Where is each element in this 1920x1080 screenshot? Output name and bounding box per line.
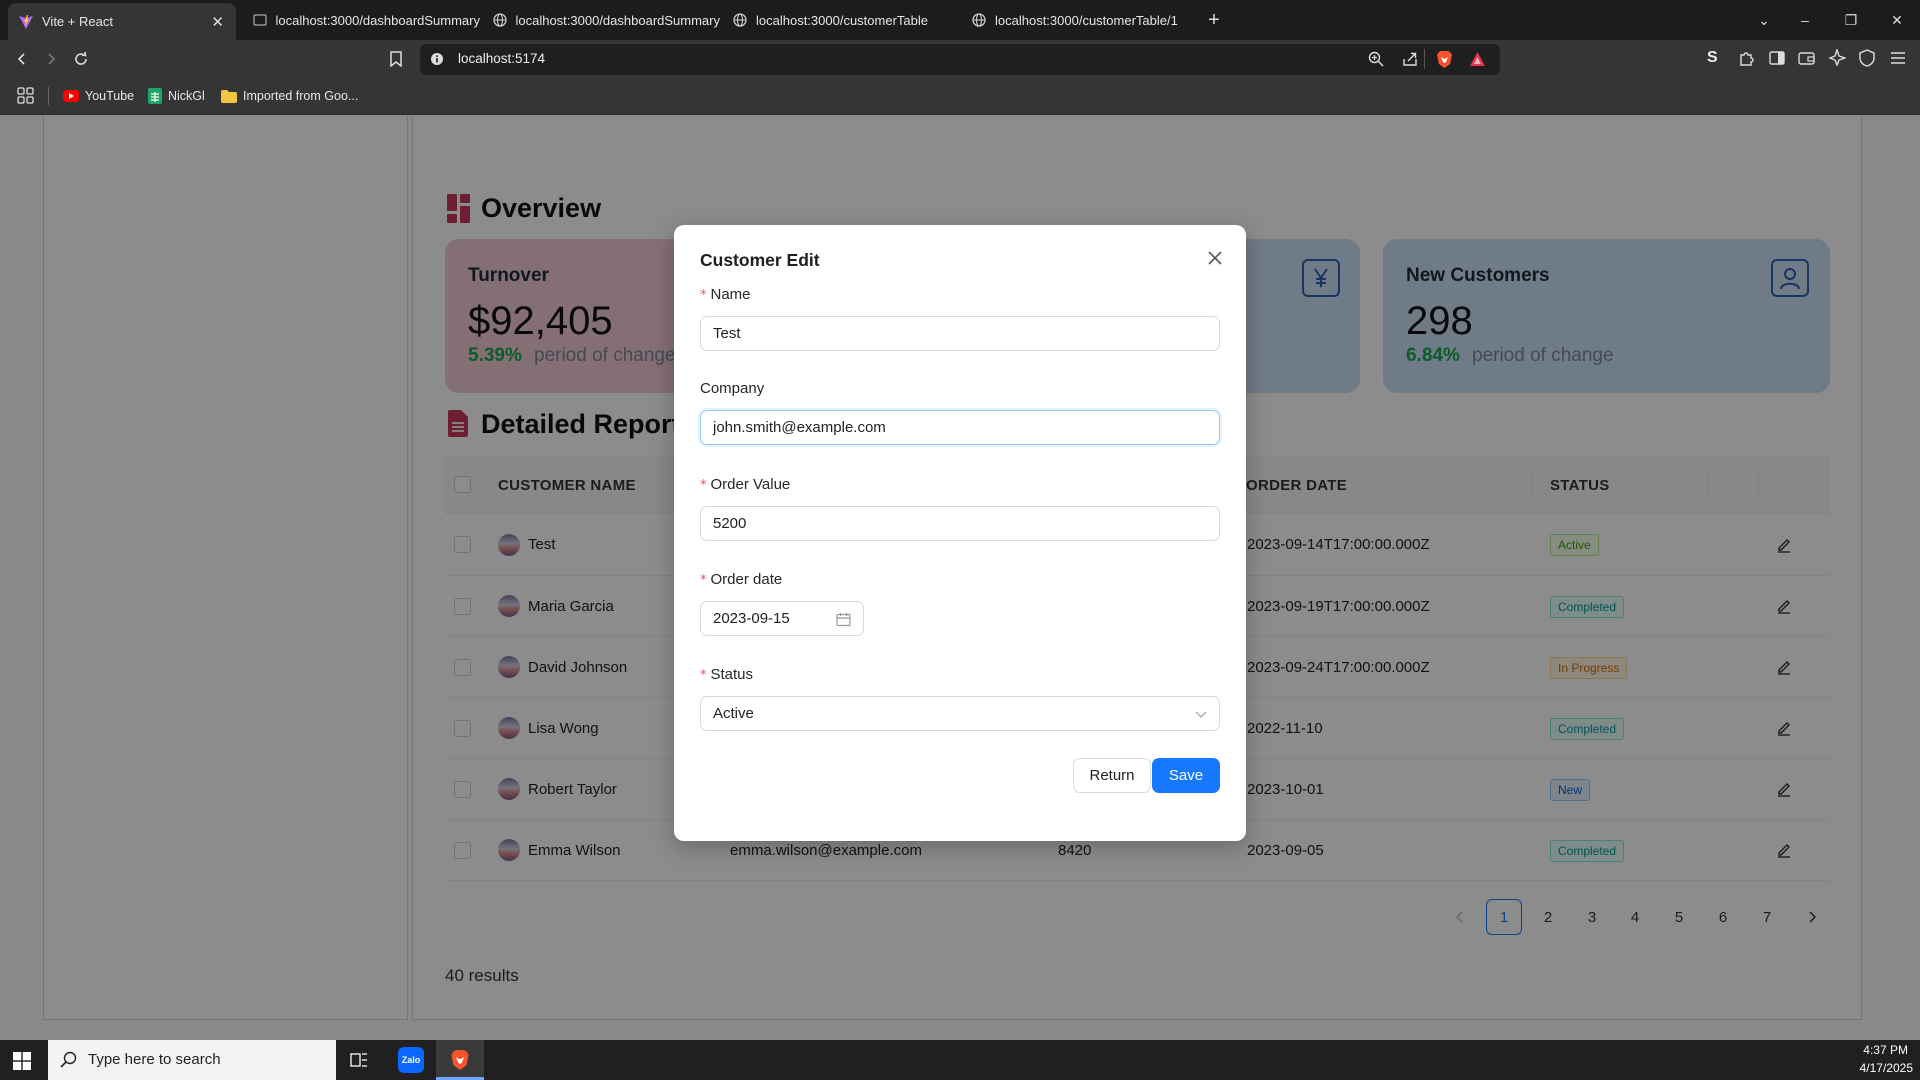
order-date-label: * Order date	[700, 571, 783, 588]
wallet-icon[interactable]	[1798, 50, 1815, 66]
back-icon[interactable]	[11, 48, 33, 70]
close-icon[interactable]: ✕	[211, 13, 224, 31]
taskbar-search[interactable]: Type here to search	[48, 1040, 336, 1080]
tab-label: localhost:3000/customerTable	[756, 12, 928, 28]
bookmark-nickgl[interactable]: NickGl	[148, 86, 205, 106]
separator	[48, 87, 49, 105]
required-mark: *	[700, 288, 707, 303]
windows-start-icon[interactable]	[13, 1052, 31, 1070]
globe-icon	[492, 12, 507, 28]
extensions-icon[interactable]	[1738, 50, 1755, 67]
clock-date[interactable]: 4/17/2025	[1860, 1061, 1913, 1075]
bookmark-label: YouTube	[85, 89, 135, 103]
globe-icon	[971, 12, 987, 28]
sidebar-toggle-icon[interactable]	[1769, 50, 1785, 66]
order-date-picker[interactable]: 2023-09-15	[700, 601, 864, 636]
tab-search-icon[interactable]: ⌄	[1741, 0, 1787, 40]
separator	[1424, 49, 1425, 69]
rewards-icon[interactable]	[1469, 51, 1486, 67]
share-icon[interactable]	[1402, 51, 1418, 67]
page-icon	[252, 12, 267, 28]
bookmark-icon[interactable]	[385, 48, 407, 70]
clock-time[interactable]: 4:37 PM	[1863, 1043, 1908, 1057]
maximize-button[interactable]: ❐	[1828, 0, 1874, 40]
new-tab-button[interactable]: +	[1203, 9, 1225, 31]
zalo-icon[interactable]: Zalo	[398, 1047, 424, 1073]
bookmark-label: Imported from Goo...	[243, 89, 359, 103]
chevron-down-icon	[1195, 709, 1207, 719]
company-label: Company	[700, 380, 765, 397]
modal-title: Customer Edit	[700, 250, 820, 270]
menu-icon[interactable]	[1890, 51, 1906, 65]
tab-customer-table[interactable]: localhost:3000/customerTable	[732, 4, 960, 36]
required-mark: *	[700, 573, 707, 588]
tab-vite-react[interactable]: Vite + React ✕	[8, 3, 236, 40]
tab-label: localhost:3000/dashboardSummary	[515, 12, 720, 28]
save-button[interactable]: Save	[1152, 758, 1220, 793]
bookmark-label: NickGl	[168, 89, 205, 103]
site-info-icon[interactable]	[430, 52, 444, 66]
company-field[interactable]: john.smith@example.com	[700, 410, 1220, 445]
sheets-icon	[148, 88, 162, 104]
tab-label: localhost:3000/customerTable/1	[995, 12, 1178, 28]
name-value: Test	[713, 325, 741, 342]
tab-dashboard-summary-2[interactable]: localhost:3000/dashboardSummary	[492, 4, 720, 36]
tab-dashboard-summary-1[interactable]: localhost:3000/dashboardSummary	[252, 4, 480, 36]
order-value-value: 5200	[713, 515, 747, 532]
order-value-field[interactable]: 5200	[700, 506, 1220, 541]
customer-edit-modal: Customer Edit * Name Test Company john.sm…	[674, 225, 1246, 841]
status-value: Active	[713, 705, 754, 722]
order-date-value: 2023-09-15	[713, 610, 790, 627]
zoom-icon[interactable]	[1368, 51, 1384, 67]
close-icon[interactable]	[1204, 247, 1226, 269]
status-select[interactable]: Active	[700, 696, 1220, 731]
task-view-icon[interactable]	[350, 1051, 368, 1069]
tab-customer-table-1[interactable]: localhost:3000/customerTable/1	[971, 4, 1199, 36]
bookmark-youtube[interactable]: YouTube	[63, 86, 134, 106]
calendar-icon[interactable]	[836, 612, 851, 627]
folder-icon	[221, 89, 237, 103]
apps-grid-icon[interactable]	[17, 87, 34, 104]
youtube-icon	[63, 90, 79, 102]
minimize-button[interactable]: –	[1782, 0, 1828, 40]
tab-label: Vite + React	[42, 14, 113, 29]
name-field[interactable]: Test	[700, 316, 1220, 351]
forward-icon[interactable]	[40, 48, 62, 70]
search-icon	[60, 1051, 77, 1068]
status-label: * Status	[700, 666, 754, 683]
extension-s-icon[interactable]: S	[1707, 49, 1718, 67]
bookmark-imported[interactable]: Imported from Goo...	[221, 86, 358, 106]
window-close-button[interactable]: ✕	[1874, 0, 1920, 40]
company-value: john.smith@example.com	[713, 419, 886, 436]
brave-shields-icon[interactable]	[1436, 50, 1453, 69]
address-bar[interactable]: localhost:5174	[420, 44, 1500, 75]
reload-icon[interactable]	[70, 48, 92, 70]
vpn-icon[interactable]	[1859, 49, 1875, 67]
globe-icon	[732, 12, 748, 28]
required-mark: *	[700, 478, 707, 493]
vite-icon	[18, 14, 34, 30]
leo-ai-icon[interactable]	[1829, 49, 1846, 66]
name-label: * Name	[700, 286, 751, 303]
return-button[interactable]: Return	[1073, 758, 1151, 793]
required-mark: *	[700, 668, 707, 683]
order-value-label: * Order Value	[700, 476, 791, 493]
url-text: localhost:5174	[458, 51, 546, 66]
tab-label: localhost:3000/dashboardSummary	[275, 12, 480, 28]
taskbar-search-placeholder: Type here to search	[88, 1051, 221, 1068]
brave-icon	[450, 1049, 470, 1071]
